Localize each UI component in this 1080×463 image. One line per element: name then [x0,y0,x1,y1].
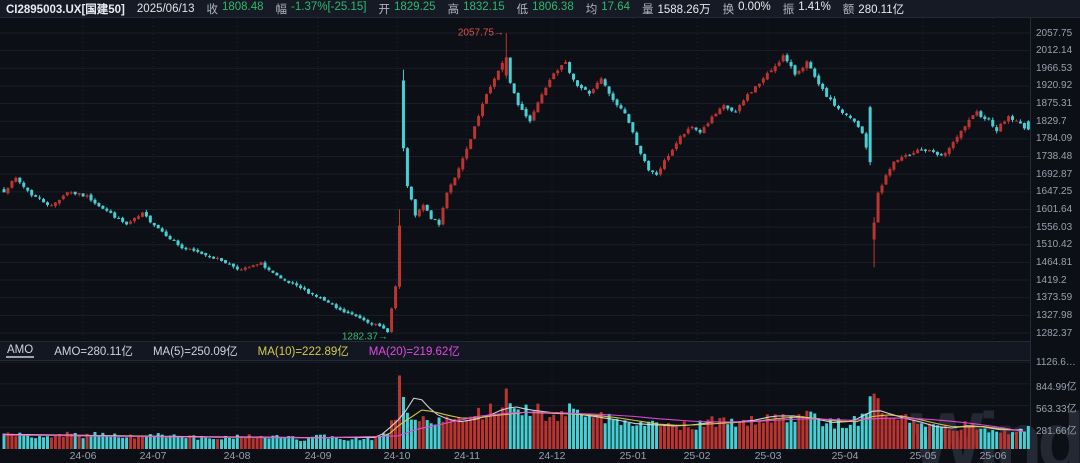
amo-value: MA(5)=250.09亿 [153,343,238,359]
stat-label: 开 [378,1,390,17]
stat-低: 低1806.38 [517,1,574,17]
price-axis-label: 1647.25 [1036,186,1072,197]
stat-label: 换 [723,1,735,17]
time-axis-label: 24-09 [305,450,332,462]
price-axis-label: 1556.03 [1036,222,1072,233]
amo-value: MA(20)=219.62亿 [369,343,460,359]
price-axis-label: 1920.92 [1036,80,1072,91]
stat-label: 振 [783,1,795,17]
time-axis-label: 24-11 [454,450,480,462]
price-axis-label: 1784.09 [1036,133,1072,144]
stat-value: 0.00% [738,1,771,17]
stat-value: 1829.25 [394,1,436,17]
price-axis-label: 1829.7 [1036,116,1067,127]
price-axis-label: 1510.42 [1036,239,1072,250]
volume-axis-label: 563.33亿 [1036,400,1077,415]
stat-高: 高1832.15 [448,1,505,17]
amo-tab[interactable]: AMO [6,344,34,358]
price-axis-label: 1966.53 [1036,63,1072,74]
stat-label: 均 [586,1,598,17]
low-price-annotation: 1282.37→ [342,332,388,343]
price-axis-label: 1601.64 [1036,204,1072,215]
stat-value: 1832.15 [463,1,505,17]
amo-value: MA(10)=222.89亿 [258,343,349,359]
time-axis-label: 25-03 [755,450,782,462]
quote-date: 2025/06/13 [137,3,195,15]
time-axis-label: 25-05 [910,450,937,462]
stat-均: 均17.64 [586,1,630,17]
time-axis-label: 24-12 [539,450,566,462]
price-axis-label: 1419.2 [1036,275,1067,286]
stat-value: 1588.26万 [658,1,711,17]
price-axis-label: 2012.14 [1036,45,1072,56]
stat-label: 额 [843,1,855,17]
volume-axis-label: 844.99亿 [1036,378,1077,393]
kline-chart[interactable] [0,0,1080,463]
price-axis-label: 1373.59 [1036,292,1072,303]
amo-value: AMO=280.11亿 [54,343,133,359]
time-axis-label: 24-07 [140,450,167,462]
price-axis-label: 1875.31 [1036,98,1072,109]
volume-axis-label: 281.66亿 [1036,422,1077,437]
stat-value: 17.64 [601,1,630,17]
time-axis-label: 25-01 [620,450,647,462]
stat-量: 量1588.26万 [642,1,711,17]
time-axis-label: 25-04 [832,450,859,462]
price-axis-label: 2057.75 [1036,28,1072,39]
trading-terminal-window: Wind CI2895003.UX[国建50] 2025/06/13 收1808… [0,0,1080,463]
amo-indicator-bar: AMO AMO=280.11亿 MA(5)=250.09亿 MA(10)=222.8… [0,341,1030,361]
stat-开: 开1829.25 [378,1,435,17]
stat-value: 1.41% [798,1,831,17]
header-bar: CI2895003.UX[国建50] 2025/06/13 收1808.48 幅-… [0,0,1080,18]
instrument-code[interactable]: CI2895003.UX[国建50] [6,1,125,17]
stat-label: 量 [642,1,654,17]
time-axis-label: 24-10 [384,450,411,462]
price-axis-label: 1738.48 [1036,151,1072,162]
quote-stats: 收1808.48 幅-1.37%[-25.15] 开1829.25 高1832.15 低… [206,1,904,17]
stat-振: 振1.41% [783,1,831,17]
time-axis-label: 24-06 [70,450,97,462]
time-axis-label: 25-02 [684,450,711,462]
stat-label: 低 [517,1,529,17]
stat-value: 1806.38 [532,1,574,17]
stat-label: 收 [206,1,218,17]
time-axis-label: 24-08 [224,450,251,462]
high-price-annotation: 2057.75→ [458,28,504,39]
price-axis-label: 1692.87 [1036,169,1072,180]
time-axis-label: 25-06 [980,450,1007,462]
volume-axis-label: 1126.6… [1036,357,1076,368]
stat-额: 额280.11亿 [843,1,904,17]
stat-value: 1808.48 [222,1,264,17]
stat-value: 280.11亿 [858,1,904,17]
stat-label: 幅 [276,1,288,17]
stat-收: 收1808.48 [206,1,263,17]
price-axis-label: 1282.37 [1036,328,1072,339]
stat-label: 高 [448,1,460,17]
amo-values: AMO=280.11亿 MA(5)=250.09亿 MA(10)=222.89亿 MA… [54,343,460,359]
stat-幅: 幅-1.37%[-25.15] [276,1,367,17]
stat-value: -1.37%[-25.15] [291,1,366,17]
stat-换: 换0.00% [723,1,771,17]
price-axis-label: 1464.81 [1036,257,1072,268]
price-axis-label: 1327.98 [1036,310,1072,321]
